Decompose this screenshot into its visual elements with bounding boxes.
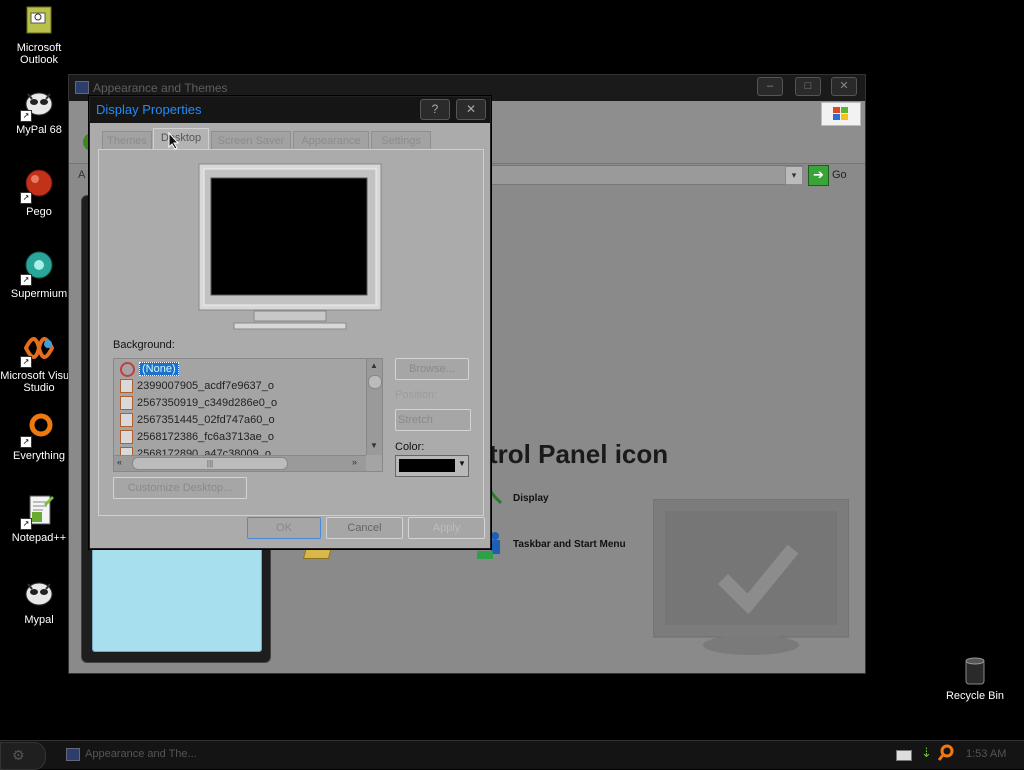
recycle-bin-icon <box>963 656 987 686</box>
color-label: Color: <box>395 441 425 453</box>
address-label: A <box>78 169 86 181</box>
clock: 1:53 AM <box>966 748 1007 760</box>
shortcut-arrow-icon: ↗ <box>20 110 32 122</box>
notepadpp-icon: ↗ <box>20 494 56 530</box>
browse-button[interactable]: Browse... <box>395 358 469 380</box>
address-bar[interactable] <box>489 165 803 185</box>
background-list[interactable]: (None) 2399007905_acdf7e9637_o 256735091… <box>113 358 383 472</box>
folder-icon <box>75 81 89 94</box>
supermium-icon: ↗ <box>20 250 56 286</box>
monitor-preview <box>198 163 382 333</box>
mouse-cursor-icon <box>168 132 180 150</box>
help-button[interactable]: ? <box>420 99 450 120</box>
taskbar: ⚙ Appearance and The... ⇣ 1:53 AM <box>0 740 1024 770</box>
shortcut-arrow-icon: ↗ <box>20 274 32 286</box>
list-item[interactable]: 2568172386_fc6a3713ae_o <box>120 429 274 445</box>
tab-screen-saver[interactable]: Screen Saver <box>211 131 291 151</box>
apply-button[interactable]: Apply <box>408 517 485 539</box>
outlook-icon <box>22 4 56 38</box>
go-arrow-icon[interactable]: ➔ <box>808 165 829 186</box>
windows-logo-icon <box>821 102 861 126</box>
list-item-none[interactable]: (None) <box>120 361 179 377</box>
scroll-left-icon[interactable]: « <box>117 457 122 467</box>
close-button[interactable]: ✕ <box>456 99 486 120</box>
vertical-scrollbar[interactable]: ▲ ▼ <box>366 359 382 455</box>
display-link[interactable]: Display <box>513 493 549 504</box>
start-gear-icon: ⚙ <box>12 747 25 763</box>
scroll-thumb[interactable]: ||| <box>132 457 288 470</box>
shortcut-arrow-icon: ↗ <box>20 192 32 204</box>
scroll-right-icon[interactable]: » <box>352 457 357 467</box>
horizontal-scrollbar[interactable]: « ||| » <box>114 455 366 471</box>
content-heading: trol Panel icon <box>489 439 669 469</box>
desktop-icon-label: Microsoft Outlook <box>16 42 62 66</box>
shortcut-arrow-icon: ↗ <box>20 356 32 368</box>
network-tray-icon[interactable]: ⇣ <box>921 745 932 761</box>
position-label: Position: <box>395 389 438 401</box>
search-tray-icon[interactable] <box>937 744 955 765</box>
window-title: Appearance and Themes <box>93 81 228 95</box>
address-dropdown-button[interactable]: ▾ <box>785 166 803 185</box>
image-file-icon <box>120 430 133 445</box>
desktop-icon-outlook[interactable]: Microsoft Outlook <box>0 4 79 66</box>
display-properties-dialog: Display Properties ? ✕ Themes Desktop Sc… <box>89 96 491 549</box>
taskbar-start-menu-link[interactable]: Taskbar and Start Menu <box>513 539 626 550</box>
taskbar-button-appearance[interactable]: Appearance and The... <box>60 743 220 767</box>
background-label: Background: <box>113 339 175 351</box>
tab-desktop[interactable]: Desktop <box>153 128 209 151</box>
color-picker-button[interactable]: ▼ <box>395 455 469 477</box>
go-label[interactable]: Go <box>832 169 847 181</box>
list-item[interactable]: 2399007905_acdf7e9637_o <box>120 378 274 394</box>
folder-icon <box>66 748 80 761</box>
everything-icon: ↗ <box>20 412 56 448</box>
desktop-icon-label: Recycle Bin <box>945 690 1005 702</box>
taskbar-button-label: Appearance and The... <box>85 748 197 760</box>
position-select[interactable]: Stretch <box>395 409 471 431</box>
tab-appearance[interactable]: Appearance <box>293 131 369 151</box>
mypal-icon: ↗ <box>20 86 56 122</box>
keyboard-tray-icon[interactable] <box>896 750 912 761</box>
cancel-button[interactable]: Cancel <box>326 517 403 539</box>
scroll-thumb[interactable] <box>368 375 382 389</box>
scroll-up-icon[interactable]: ▲ <box>370 361 378 370</box>
dialog-titlebar[interactable]: Display Properties ? ✕ <box>90 97 490 123</box>
scroll-down-icon[interactable]: ▼ <box>370 441 378 450</box>
chevron-down-icon: ▼ <box>458 459 466 468</box>
customize-desktop-button[interactable]: Customize Desktop... <box>113 477 247 499</box>
close-button[interactable]: ✕ <box>831 77 857 96</box>
dialog-title: Display Properties <box>96 102 202 117</box>
shortcut-arrow-icon: ↗ <box>20 436 32 448</box>
desktop-icon-recycle-bin[interactable]: Recycle Bin <box>935 656 1015 702</box>
none-icon <box>120 361 135 377</box>
shortcut-arrow-icon: ↗ <box>20 518 32 530</box>
image-file-icon <box>120 379 133 394</box>
pego-icon: ↗ <box>20 168 56 204</box>
image-file-icon <box>120 413 133 428</box>
task-pane-panel <box>92 546 262 652</box>
image-file-icon <box>120 396 133 411</box>
tab-themes[interactable]: Themes <box>102 131 152 151</box>
monitor-watermark-icon <box>652 498 850 655</box>
list-item[interactable]: 2567350919_c349d286e0_o <box>120 395 277 411</box>
mypal-icon <box>22 576 56 610</box>
maximize-button[interactable]: □ <box>795 77 821 96</box>
start-button[interactable]: ⚙ <box>0 742 46 770</box>
visual-studio-icon: ↗ <box>20 332 56 368</box>
list-item[interactable]: 2567351445_02fd747a60_o <box>120 412 275 428</box>
color-swatch <box>399 459 455 472</box>
tab-settings[interactable]: Settings <box>371 131 431 151</box>
minimize-button[interactable]: – <box>757 77 783 96</box>
ok-button[interactable]: OK <box>247 517 321 539</box>
